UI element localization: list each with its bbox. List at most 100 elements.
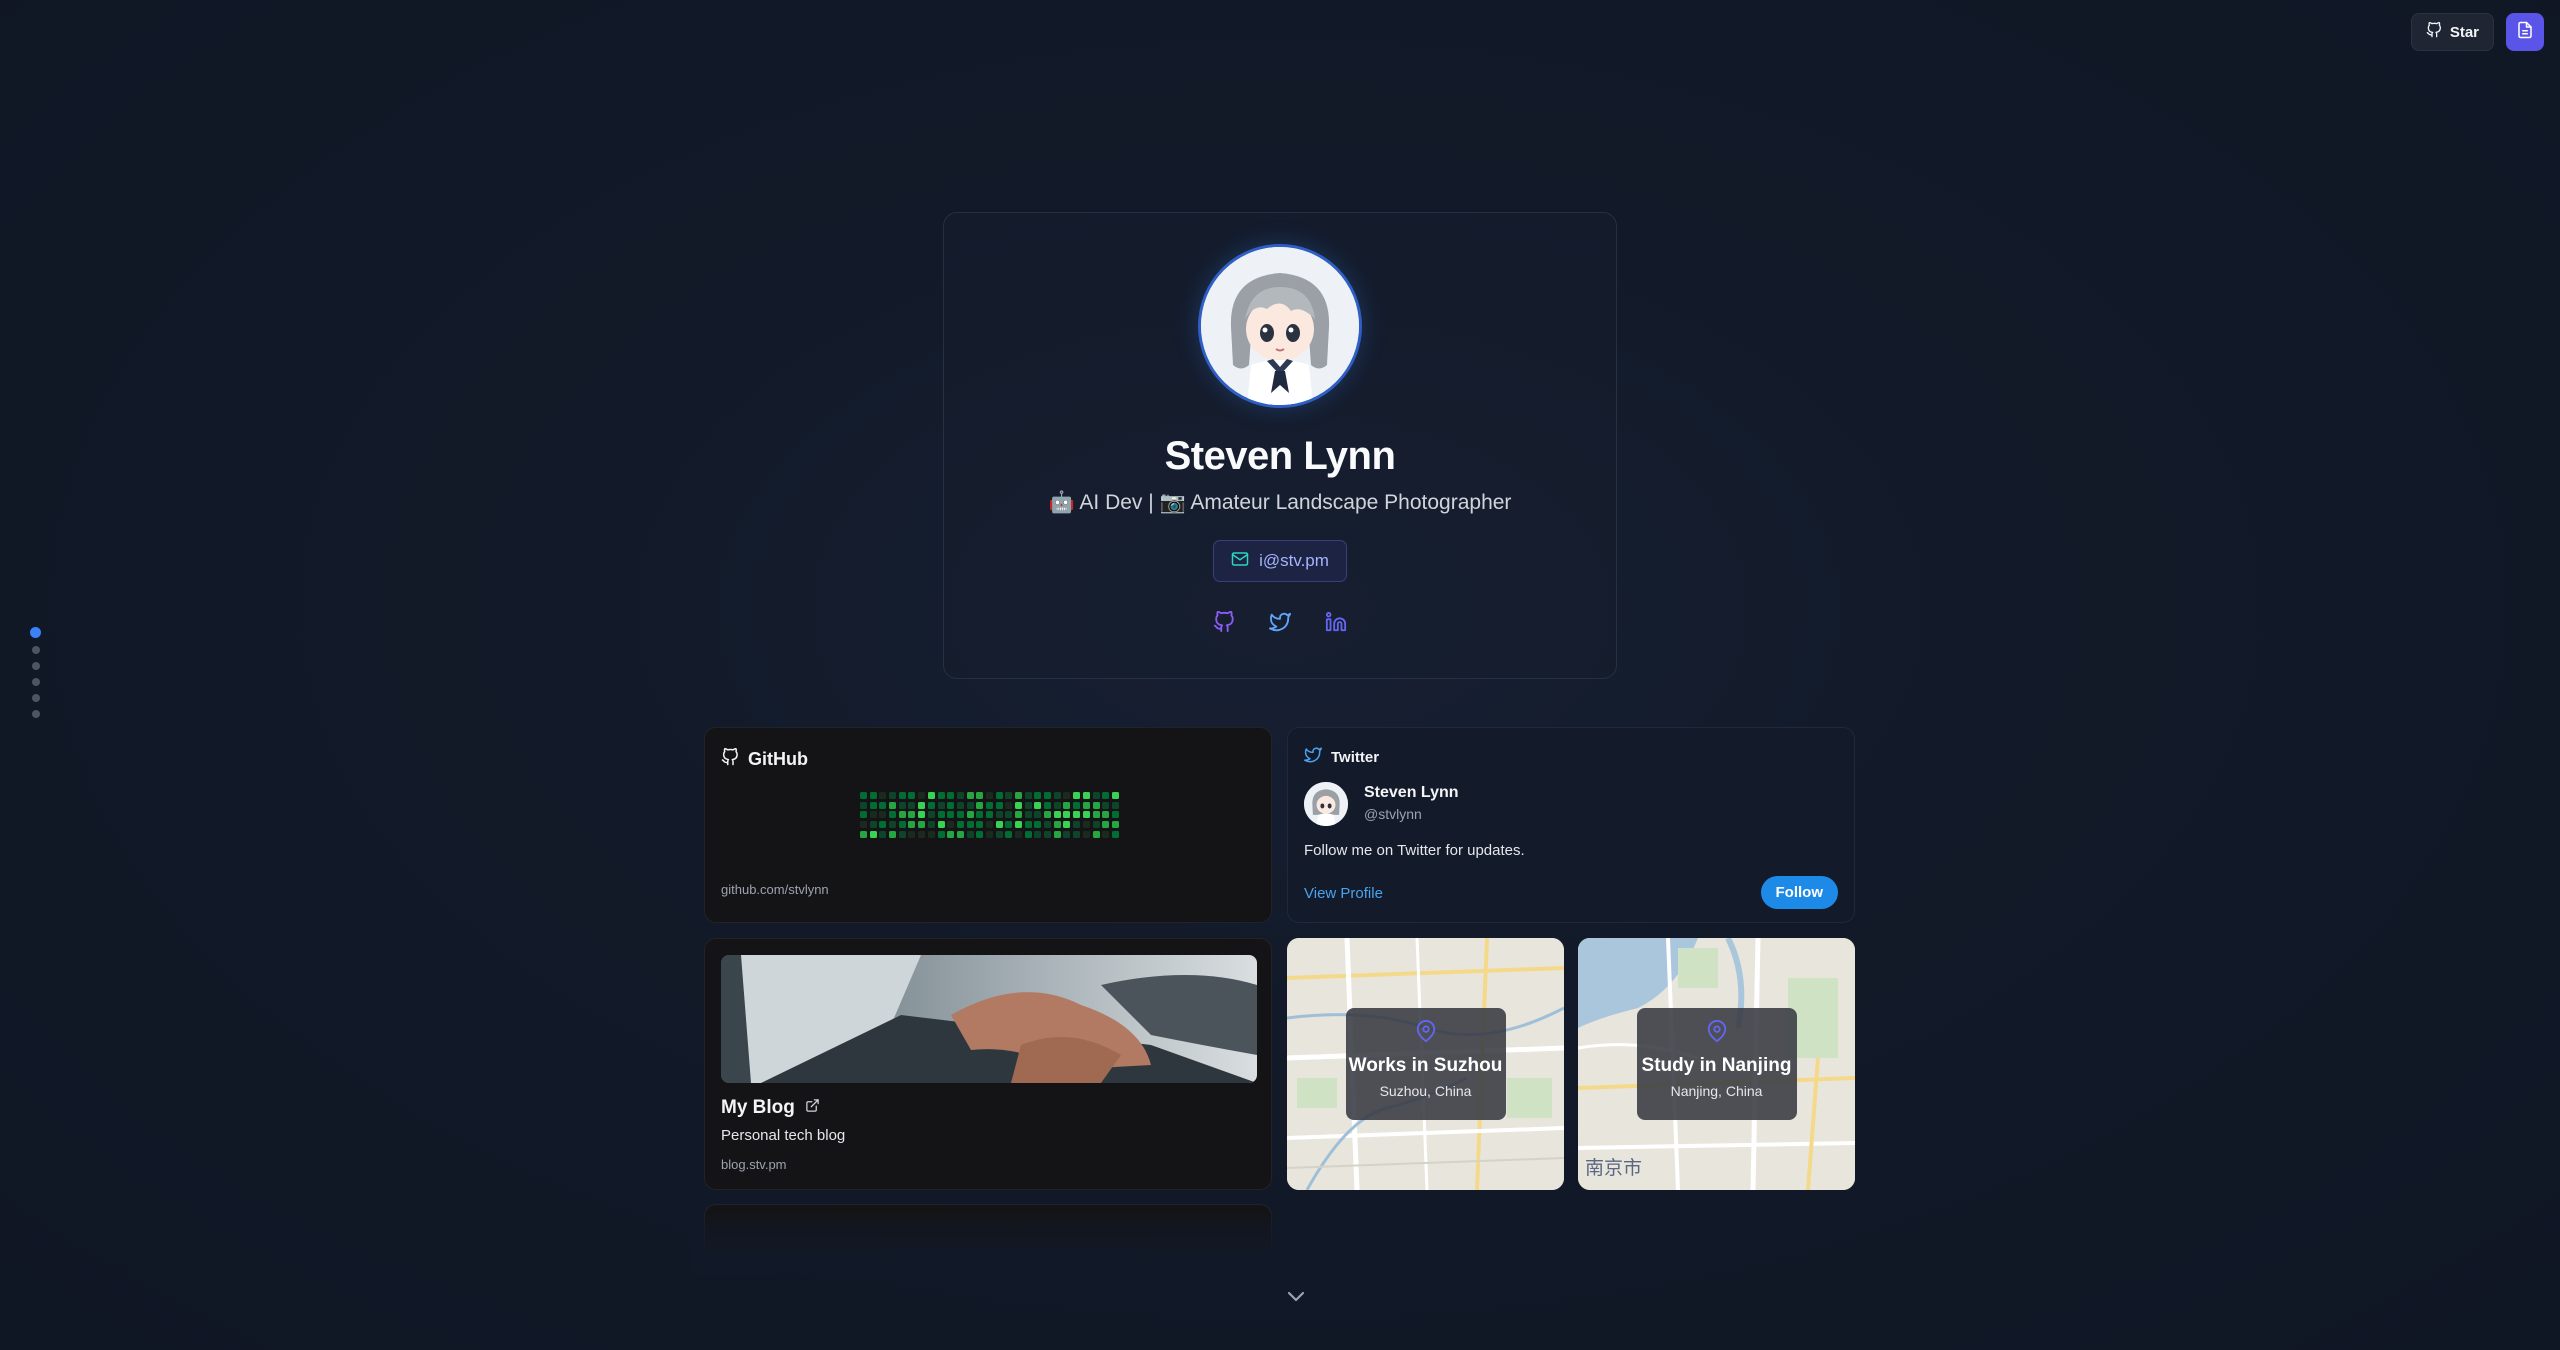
contribution-cell <box>918 830 926 838</box>
profile-name: Steven Lynn <box>1164 434 1396 478</box>
contribution-cell <box>956 821 964 829</box>
contribution-cell <box>995 821 1003 829</box>
email-label: i@stv.pm <box>1259 551 1329 570</box>
contribution-cell <box>1015 830 1022 838</box>
twitter-icon <box>1304 746 1322 768</box>
contribution-cell <box>947 811 955 819</box>
contribution-cell <box>985 792 993 799</box>
contribution-cell <box>879 830 887 838</box>
contribution-cell <box>1005 801 1013 809</box>
contribution-cell <box>927 830 935 838</box>
blog-title-label: My Blog <box>721 1097 795 1118</box>
github-card[interactable]: GitHub github.com/stvlynn <box>704 727 1272 923</box>
contribution-cell <box>985 801 993 809</box>
contribution-cell <box>889 830 897 838</box>
section-dot[interactable] <box>31 678 40 686</box>
contribution-cell <box>966 811 974 819</box>
contribution-cell <box>1102 830 1110 838</box>
github-icon <box>2426 21 2442 42</box>
contribution-cell <box>1111 792 1119 799</box>
map-pin-icon <box>1706 1020 1728 1047</box>
map-city-label: 南京市 <box>1585 1157 1643 1179</box>
contribution-cell <box>879 811 887 819</box>
contribution-cell <box>995 792 1003 799</box>
contribution-cell <box>976 821 984 829</box>
section-nav <box>30 627 41 718</box>
contribution-cell <box>1005 792 1013 799</box>
contribution-cell <box>956 811 964 819</box>
twitter-icon[interactable] <box>1267 609 1293 635</box>
section-dot[interactable] <box>31 694 40 702</box>
contribution-cell <box>860 792 867 799</box>
github-icon[interactable] <box>1211 609 1237 635</box>
contribution-cell <box>1015 792 1022 799</box>
contribution-cell <box>927 821 935 829</box>
twitter-card-title: Twitter <box>1304 746 1379 768</box>
contribution-cell <box>1082 792 1090 799</box>
section-dot[interactable] <box>31 662 40 670</box>
contribution-cell <box>976 811 984 819</box>
section-dot[interactable] <box>31 646 40 654</box>
contribution-cell <box>1034 811 1042 819</box>
contribution-cell <box>947 801 955 809</box>
profile-tagline: 🤖 AI Dev | 📷 Amateur Landscape Photograp… <box>1048 491 1512 514</box>
top-actions: Star <box>2410 13 2544 51</box>
view-profile-link[interactable]: View Profile <box>1304 885 1383 902</box>
contribution-cell <box>927 792 935 799</box>
location-title: Works in Suzhou <box>1348 1055 1503 1076</box>
blog-card[interactable]: My Blog Personal tech blog blog.stv.pm <box>704 938 1272 1190</box>
contribution-cell <box>1073 801 1081 809</box>
contribution-cell <box>1015 811 1022 819</box>
contribution-cell <box>1082 801 1090 809</box>
contribution-cell <box>1063 830 1071 838</box>
resume-button[interactable] <box>2506 13 2544 51</box>
contribution-cell <box>995 830 1003 838</box>
twitter-card: Twitter Steven Lynn @stvlynn Follow me o… <box>1287 727 1855 923</box>
contribution-cell <box>898 811 906 819</box>
star-button[interactable]: Star <box>2410 13 2494 51</box>
follow-button[interactable]: Follow <box>1760 876 1838 909</box>
contribution-cell <box>869 811 877 819</box>
contribution-cell <box>937 830 945 838</box>
contribution-cell <box>879 821 887 829</box>
contribution-cell <box>908 811 916 819</box>
contribution-cell <box>879 801 887 809</box>
contribution-cell <box>937 801 945 809</box>
contribution-cell <box>1034 801 1042 809</box>
linkedin-icon[interactable] <box>1323 609 1349 635</box>
contribution-cell <box>976 792 984 799</box>
contribution-cell <box>898 830 906 838</box>
contribution-cell <box>1024 801 1032 809</box>
contribution-cell <box>898 821 906 829</box>
contribution-cell <box>937 811 945 819</box>
contribution-cell <box>956 830 964 838</box>
contribution-cell <box>966 821 974 829</box>
contribution-cell <box>918 792 926 799</box>
email-button[interactable]: i@stv.pm <box>1213 540 1347 582</box>
contribution-cell <box>889 792 897 799</box>
contribution-cell <box>937 792 945 799</box>
blog-title: My Blog <box>721 1097 820 1119</box>
contribution-cell <box>1073 830 1081 838</box>
contribution-cell <box>1102 811 1110 819</box>
contribution-cell <box>1102 801 1110 809</box>
contribution-cell <box>976 830 984 838</box>
contribution-cell <box>1063 811 1071 819</box>
contribution-cell <box>1092 821 1100 829</box>
location-title: Study in Nanjing <box>1641 1055 1792 1076</box>
contribution-cell <box>1111 830 1119 838</box>
document-icon <box>2516 21 2534 44</box>
chevron-down-icon[interactable] <box>1284 1284 1308 1308</box>
contribution-cell <box>966 801 974 809</box>
contribution-cell <box>918 801 926 809</box>
section-dot[interactable] <box>30 627 41 638</box>
section-dot[interactable] <box>31 710 40 718</box>
contribution-cell <box>889 821 897 829</box>
external-link-icon <box>805 1097 820 1119</box>
profile-card: Steven Lynn 🤖 AI Dev | 📷 Amateur Landsca… <box>943 212 1617 679</box>
contribution-cell <box>1111 811 1119 819</box>
contribution-cell <box>927 801 935 809</box>
contribution-cell <box>947 821 955 829</box>
contribution-cell <box>956 792 964 799</box>
contribution-cell <box>1044 821 1052 829</box>
